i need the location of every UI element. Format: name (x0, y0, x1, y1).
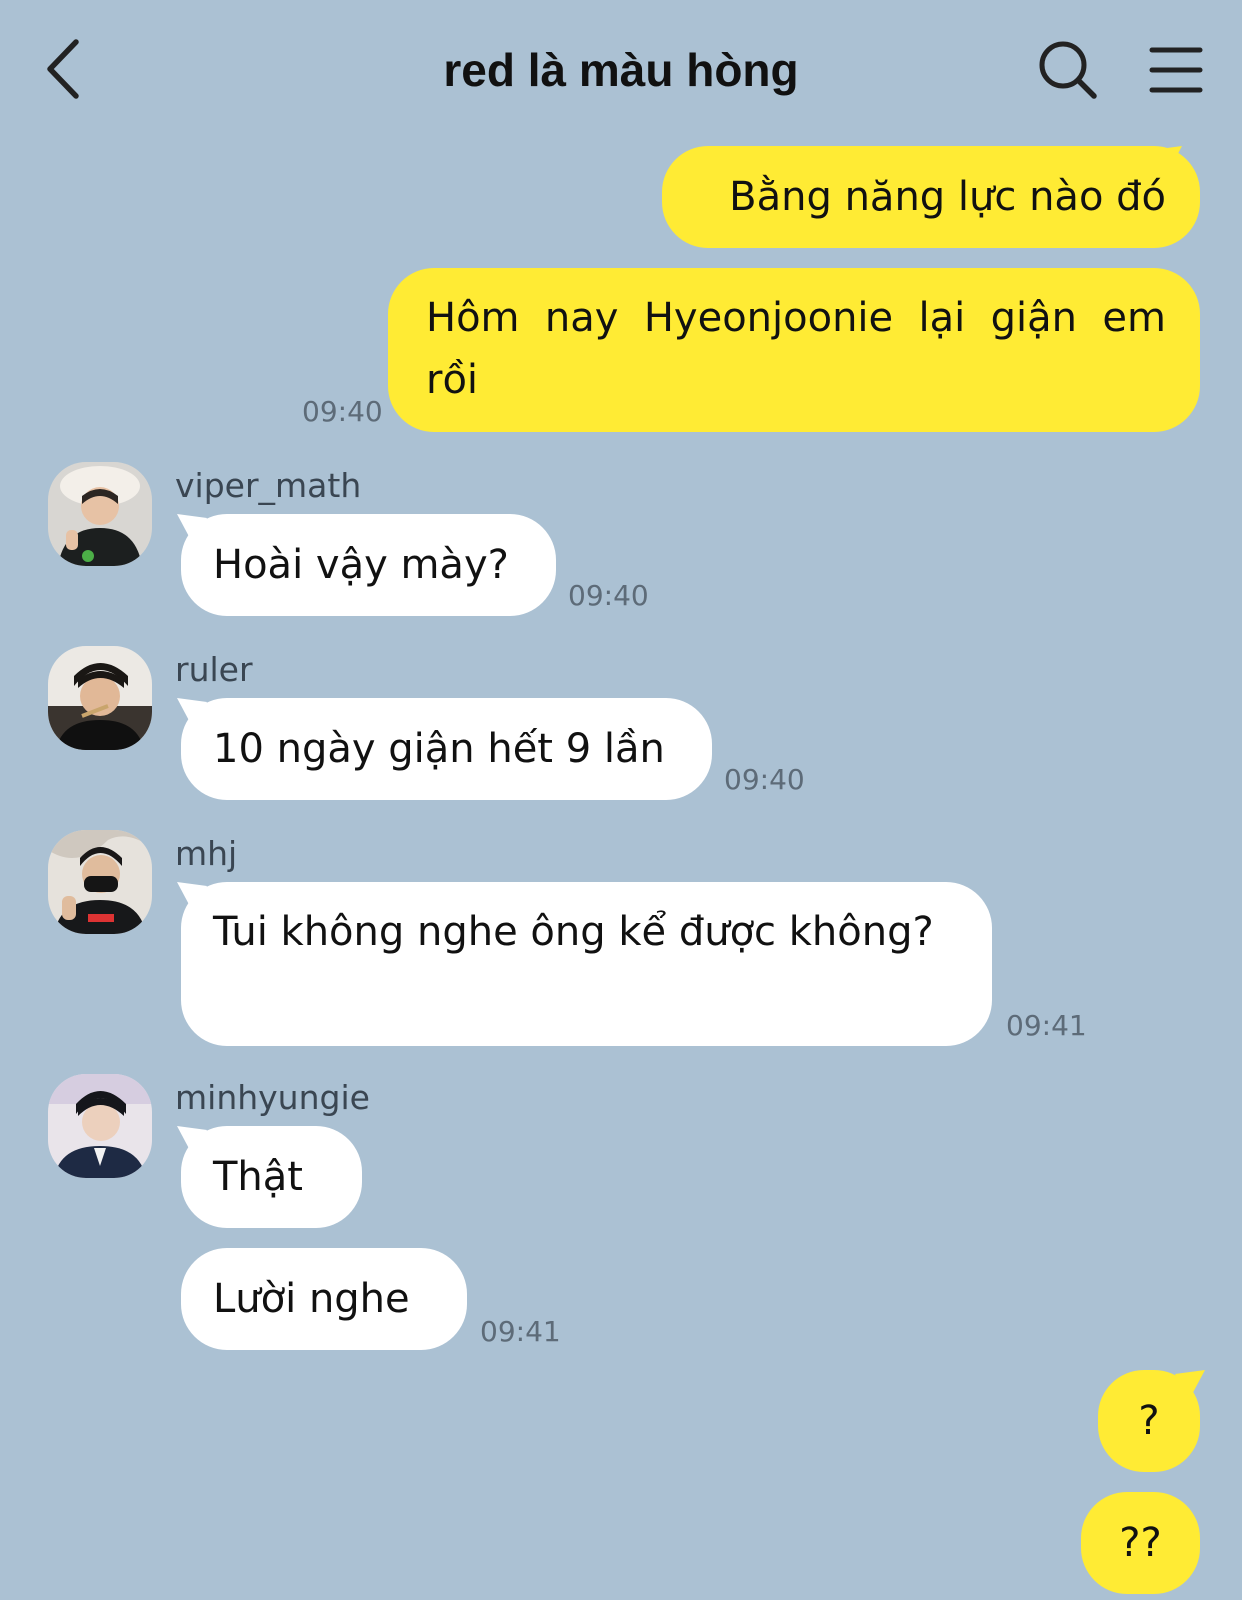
message-timestamp: 09:41 (480, 1315, 561, 1348)
sender-name: mhj (175, 834, 238, 873)
menu-button[interactable] (1148, 44, 1204, 96)
message-timestamp: 09:40 (724, 763, 805, 796)
sender-name: viper_math (175, 466, 362, 505)
message-timestamp: 09:40 (568, 579, 649, 612)
avatar[interactable] (48, 646, 152, 750)
sender-name: minhyungie (175, 1078, 370, 1117)
hamburger-menu-icon (1149, 47, 1203, 93)
message-text: Tui không nghe ông kể được không? (213, 909, 934, 955)
message-text: Thật (213, 1154, 303, 1200)
sender-name: ruler (175, 650, 253, 689)
message-text: Lười nghe (213, 1276, 410, 1322)
avatar[interactable] (48, 1074, 152, 1178)
message-bubble[interactable]: Tui không nghe ông kể được không? (181, 882, 992, 1046)
message-text: ?? (1119, 1520, 1162, 1566)
avatar-photo (48, 1074, 152, 1178)
avatar-photo (48, 830, 152, 934)
my-message-bubble[interactable]: ?? (1081, 1492, 1200, 1594)
avatar-photo (48, 462, 152, 566)
message-text: Bằng năng lực nào đó (729, 174, 1166, 220)
message-text: 10 ngày giận hết 9 lần (213, 726, 665, 772)
message-text: Hoài vậy mày? (213, 542, 509, 588)
avatar-photo (48, 646, 152, 750)
message-bubble[interactable]: 10 ngày giận hết 9 lần (181, 698, 712, 800)
message-bubble[interactable]: Hoài vậy mày? (181, 514, 556, 616)
search-button[interactable] (1036, 38, 1100, 102)
chat-header: red là màu hòng (0, 0, 1242, 140)
my-message-bubble[interactable]: ? (1098, 1370, 1200, 1472)
my-message-bubble[interactable]: Hôm nay Hyeonjoonie lại giận em rồi (388, 268, 1200, 432)
message-bubble[interactable]: Lười nghe (181, 1248, 467, 1350)
message-timestamp: 09:40 (302, 395, 383, 428)
search-icon (1039, 41, 1097, 99)
message-text: ? (1138, 1398, 1160, 1444)
avatar[interactable] (48, 462, 152, 566)
message-text: Hôm nay Hyeonjoonie lại giận em rồi (426, 295, 1166, 403)
message-timestamp: 09:41 (1006, 1009, 1087, 1042)
my-message-bubble[interactable]: Bằng năng lực nào đó (662, 146, 1200, 248)
avatar[interactable] (48, 830, 152, 934)
message-bubble[interactable]: Thật (181, 1126, 362, 1228)
